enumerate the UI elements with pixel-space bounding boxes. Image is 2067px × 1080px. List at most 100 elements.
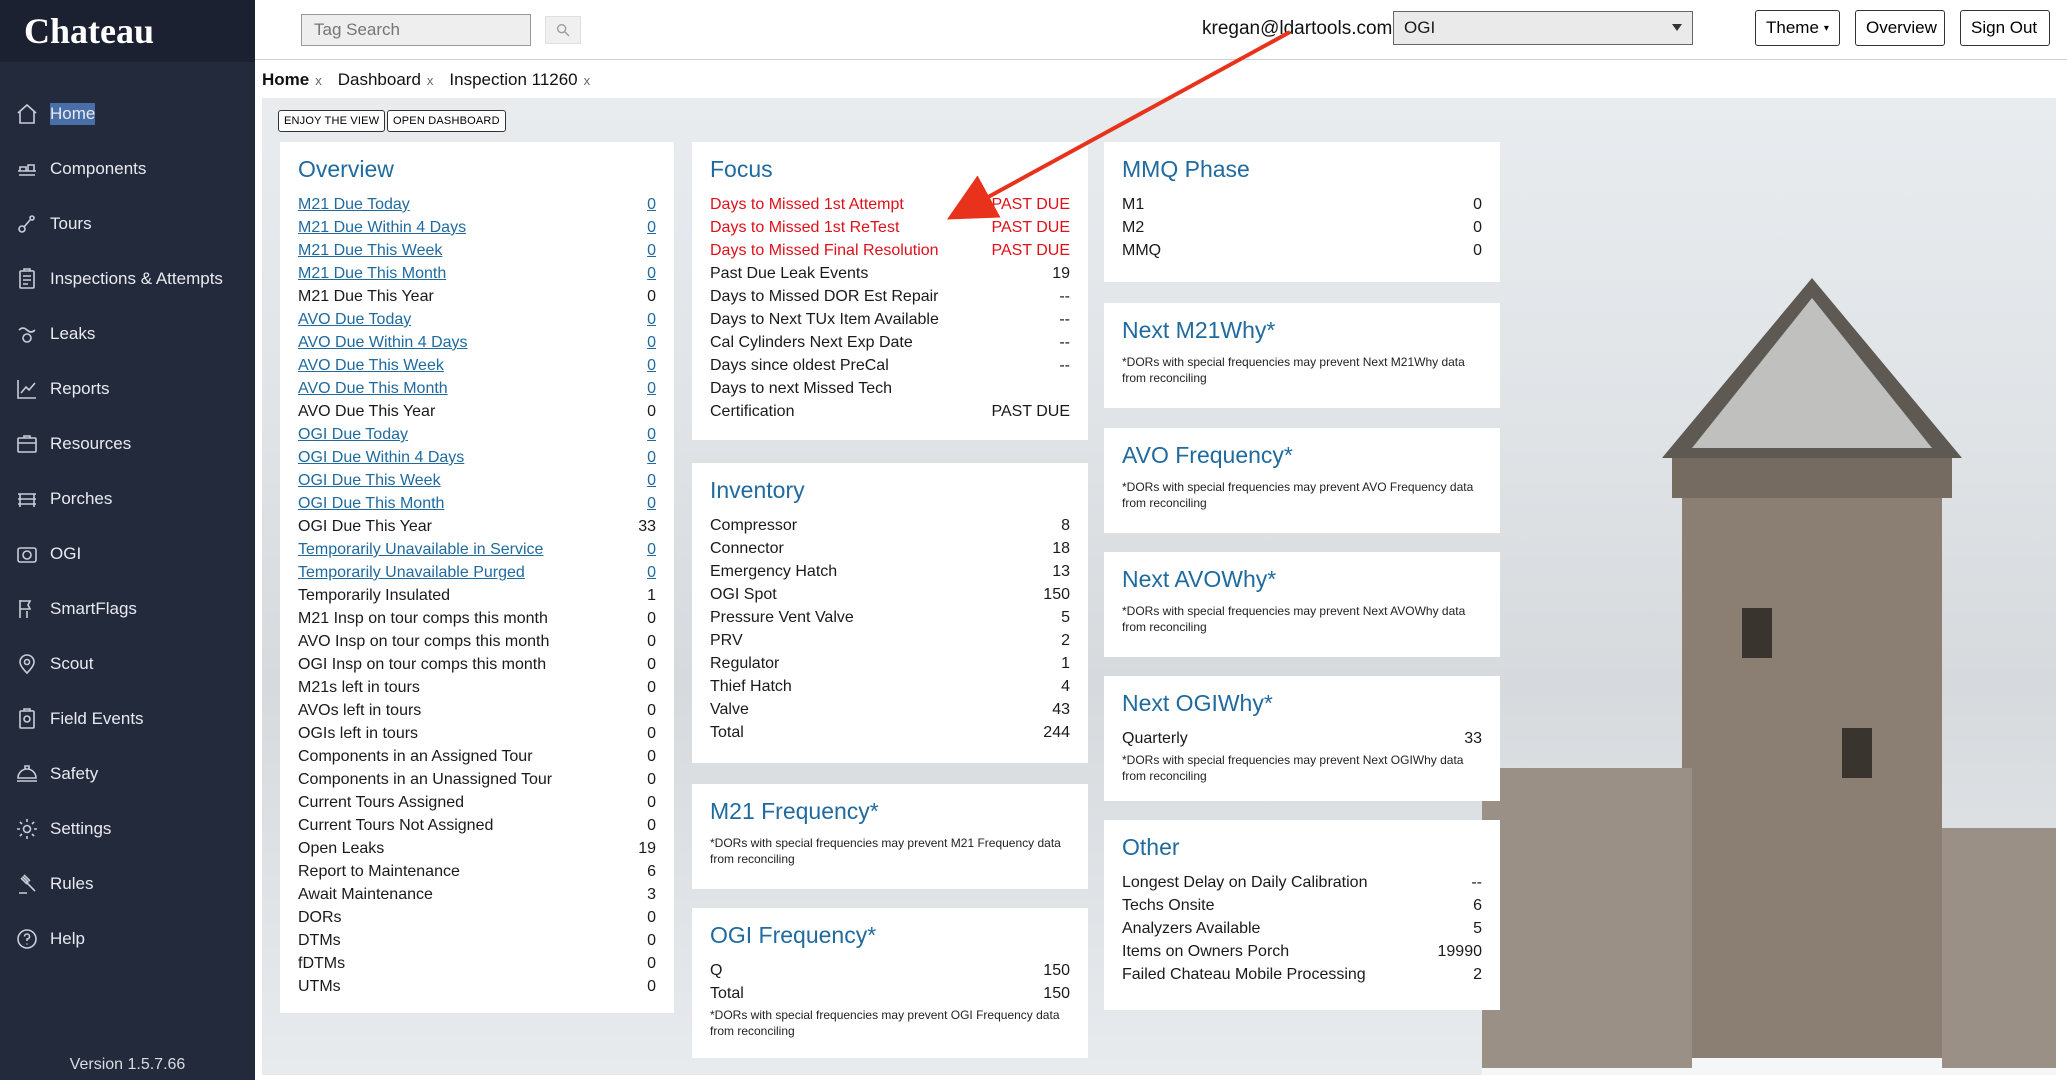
overview-link[interactable]: AVO Due This Week (298, 354, 444, 377)
close-icon[interactable]: x (427, 73, 434, 88)
sidebar-item-resources[interactable]: Resources (0, 416, 255, 471)
other-label: Failed Chateau Mobile Processing (1122, 966, 1366, 983)
sidebar-item-settings[interactable]: Settings (0, 801, 255, 856)
overview-link[interactable]: Temporarily Unavailable in Service (298, 538, 543, 561)
sidebar-item-label: Components (50, 158, 147, 178)
org-select[interactable]: OGI (1393, 11, 1693, 45)
overview-value: 0 (647, 288, 656, 305)
overview-row: Components in an Unassigned Tour 0 (298, 768, 656, 791)
tab-label: Home (262, 70, 310, 89)
tab-home[interactable]: Home x (262, 70, 322, 90)
card-note: *DORs with special frequencies may preve… (710, 1008, 1060, 1038)
flags-icon (14, 596, 40, 622)
other-value: 6 (1473, 897, 1482, 914)
overview-label: Current Tours Assigned (298, 794, 465, 811)
inventory-value: 150 (1043, 586, 1070, 603)
overview-label: Current Tours Not Assigned (298, 817, 494, 834)
overview-value[interactable]: 0 (647, 538, 656, 561)
focus-label: Certification (710, 403, 795, 420)
sidebar-item-home[interactable]: Home (0, 86, 255, 141)
overview-value[interactable]: 0 (647, 423, 656, 446)
overview-link[interactable]: M21 Due This Month (298, 262, 446, 285)
open-dashboard-button[interactable]: OPEN DASHBOARD (387, 110, 506, 132)
tab-inspection[interactable]: Inspection 11260 x (449, 70, 590, 90)
overview-link[interactable]: M21 Due This Week (298, 239, 442, 262)
overview-value[interactable]: 0 (647, 377, 656, 400)
theme-button[interactable]: Theme ▾ (1755, 10, 1840, 46)
sidebar-item-smartflags[interactable]: SmartFlags (0, 581, 255, 636)
sidebar-item-ogi[interactable]: OGI (0, 526, 255, 581)
overview-link[interactable]: AVO Due Today (298, 308, 411, 331)
mmq-phase-card: MMQ Phase M1 0 M2 0 MMQ 0 (1104, 142, 1500, 282)
focus-value: -- (1059, 357, 1070, 374)
overview-value[interactable]: 0 (647, 561, 656, 584)
overview-link[interactable]: OGI Due This Week (298, 469, 441, 492)
sidebar-item-porches[interactable]: Porches (0, 471, 255, 526)
overview-link[interactable]: AVO Due This Month (298, 377, 448, 400)
mmq-value: 0 (1473, 242, 1482, 259)
overview-label: UTMs (298, 978, 341, 995)
inventory-card: Inventory Compressor 8 Connector 18 Emerge… (692, 463, 1088, 763)
sidebar-item-field-events[interactable]: Field Events (0, 691, 255, 746)
sidebar-item-label: Scout (50, 653, 94, 673)
sidebar-item-safety[interactable]: Safety (0, 746, 255, 801)
card-title: Next AVOWhy* (1122, 566, 1277, 592)
overview-value[interactable]: 0 (647, 469, 656, 492)
overview-row: OGIs left in tours 0 (298, 722, 656, 745)
overview-link[interactable]: M21 Due Within 4 Days (298, 216, 466, 239)
other-row: Longest Delay on Daily Calibration -- (1122, 871, 1482, 894)
mmq-row: M2 0 (1122, 216, 1482, 239)
mmq-label: M1 (1122, 196, 1145, 213)
overview-value[interactable]: 0 (647, 308, 656, 331)
overview-link[interactable]: Temporarily Unavailable Purged (298, 561, 525, 584)
overview-link[interactable]: M21 Due Today (298, 193, 410, 216)
sidebar-item-leaks[interactable]: Leaks (0, 306, 255, 361)
overview-button[interactable]: Overview (1855, 10, 1945, 46)
overview-value[interactable]: 0 (647, 216, 656, 239)
overview-row: AVO Due This Year 0 (298, 400, 656, 423)
overview-row: M21 Due Today 0 (298, 193, 656, 216)
overview-value[interactable]: 0 (647, 331, 656, 354)
sign-out-button[interactable]: Sign Out (1960, 10, 2050, 46)
card-note: *DORs with special frequencies may preve… (1122, 753, 1464, 783)
overview-link[interactable]: OGI Due Today (298, 423, 408, 446)
focus-row-alert: Days to Missed Final Resolution PAST DUE (710, 239, 1070, 262)
overview-value[interactable]: 0 (647, 239, 656, 262)
overview-link[interactable]: OGI Due Within 4 Days (298, 446, 464, 469)
sidebar-item-components[interactable]: Components (0, 141, 255, 196)
tag-search-input[interactable] (301, 14, 531, 46)
sidebar-item-label: Help (50, 928, 85, 948)
brand-logo[interactable]: Chateau (0, 0, 255, 62)
focus-row: Days to next Missed Tech (710, 377, 1070, 400)
sidebar-item-scout[interactable]: Scout (0, 636, 255, 691)
overview-row: Components in an Assigned Tour 0 (298, 745, 656, 768)
sidebar-item-reports[interactable]: Reports (0, 361, 255, 416)
overview-value[interactable]: 0 (647, 354, 656, 377)
search-button[interactable] (545, 16, 581, 44)
overview-value: 0 (647, 909, 656, 926)
sidebar-item-rules[interactable]: Rules (0, 856, 255, 911)
close-icon[interactable]: x (584, 73, 591, 88)
overview-row: Current Tours Assigned 0 (298, 791, 656, 814)
inventory-value: 8 (1061, 517, 1070, 534)
sidebar-nav: Home Components Tours Inspections & Atte… (0, 86, 255, 966)
overview-value[interactable]: 0 (647, 492, 656, 515)
overview-link[interactable]: AVO Due Within 4 Days (298, 331, 468, 354)
other-row: Techs Onsite 6 (1122, 894, 1482, 917)
sidebar: Chateau Home Components Tours Inspection… (0, 0, 255, 1080)
overview-value[interactable]: 0 (647, 193, 656, 216)
next-avowhy-card: Next AVOWhy* *DORs with special frequenc… (1104, 552, 1500, 657)
focus-value: PAST DUE (991, 196, 1070, 213)
close-icon[interactable]: x (315, 73, 322, 88)
inventory-label: Valve (710, 701, 749, 718)
enjoy-the-view-button[interactable]: ENJOY THE VIEW (278, 110, 386, 132)
overview-link[interactable]: OGI Due This Month (298, 492, 444, 515)
app-version: Version 1.5.7.66 (69, 1056, 186, 1073)
sidebar-item-inspections[interactable]: Inspections & Attempts (0, 251, 255, 306)
tab-dashboard[interactable]: Dashboard x (338, 70, 434, 90)
sidebar-item-help[interactable]: Help (0, 911, 255, 966)
overview-value[interactable]: 0 (647, 446, 656, 469)
sidebar-item-tours[interactable]: Tours (0, 196, 255, 251)
overview-value[interactable]: 0 (647, 262, 656, 285)
card-title: AVO Frequency* (1122, 442, 1293, 468)
